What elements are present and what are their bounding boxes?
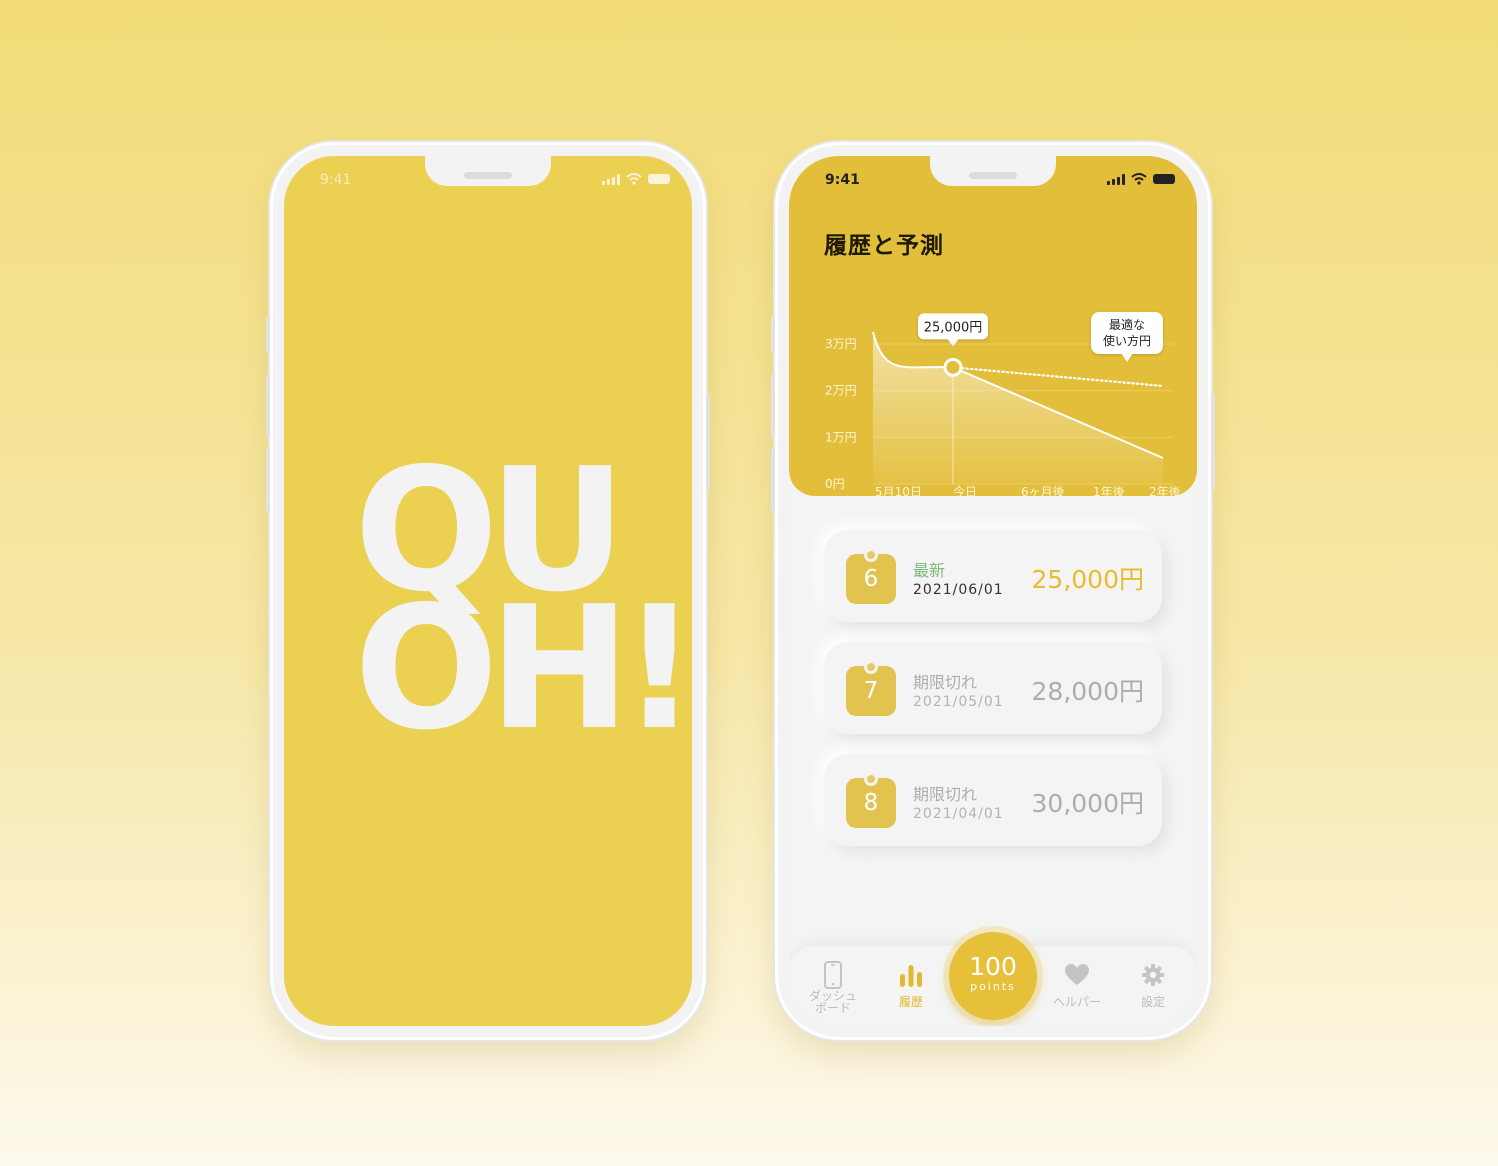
y-tick-label: 1万円 xyxy=(825,430,857,444)
points-button[interactable]: 100 points xyxy=(949,932,1037,1020)
card-amount: 28,000円 xyxy=(1031,677,1144,706)
history-card[interactable]: 7 期限切れ 2021/05/01 28,000円 xyxy=(824,642,1162,734)
volume-up-button xyxy=(771,374,775,438)
card-date: 2021/05/01 xyxy=(913,694,1004,710)
history-card[interactable]: 6 最新 2021/06/01 25,000円 xyxy=(824,530,1162,622)
history-area xyxy=(873,332,1163,484)
wifi-icon xyxy=(1131,173,1147,185)
card-status: 期限切れ xyxy=(913,785,978,804)
forecast-chart: 3万円 2万円 1万円 0円 5月10日 今日 6ヶ月後 1年後 2年後 25,000円 最適… xyxy=(825,312,1181,496)
y-axis-ticks: 3万円 2万円 1万円 0円 xyxy=(825,337,857,491)
power-button xyxy=(706,394,710,490)
history-screen: 9:41 履歴と予測 3万円 2万円 1万円 0円 5月10日 今日 6ヶ月後 … xyxy=(789,156,1197,1026)
card-status: 期限切れ xyxy=(913,673,978,692)
notch xyxy=(930,156,1056,186)
battery-icon xyxy=(648,174,670,184)
current-point[interactable] xyxy=(943,357,963,377)
y-tick-label: 3万円 xyxy=(825,337,857,351)
speaker xyxy=(464,172,512,179)
speaker xyxy=(969,172,1017,179)
wifi-icon xyxy=(626,173,642,185)
x-tick-label: 6ヶ月後 xyxy=(1021,485,1065,496)
mute-switch xyxy=(266,317,270,353)
tab-helper[interactable]: ヘルパー xyxy=(1039,960,1115,1008)
badge-ring xyxy=(864,660,878,674)
gear-icon xyxy=(1115,960,1191,990)
card-number-badge: 8 xyxy=(846,772,896,828)
x-tick-label: 1年後 xyxy=(1093,485,1125,496)
signal-icon xyxy=(602,173,620,185)
card-number: 7 xyxy=(863,678,879,704)
optimal-usage-callout: 最適な 使い方円 xyxy=(1091,312,1163,362)
card-number-badge: 7 xyxy=(846,660,896,716)
power-button xyxy=(1211,394,1215,490)
badge-ring xyxy=(864,548,878,562)
page-title: 履歴と予測 xyxy=(824,233,944,259)
splash-phone: 9:41 QU OH! xyxy=(266,142,710,1040)
card-number: 6 xyxy=(863,566,879,592)
bottom-tab-bar: ダッシュ ボード 履歴 100 points ヘルパー 設定 xyxy=(789,932,1197,1026)
notch xyxy=(425,156,551,186)
volume-down-button xyxy=(771,448,775,512)
signal-icon xyxy=(1107,173,1125,185)
battery-icon xyxy=(1153,174,1175,184)
bar-chart-icon xyxy=(873,960,949,990)
mute-switch xyxy=(771,317,775,353)
x-tick-label: 2年後 xyxy=(1149,485,1181,496)
card-amount: 25,000円 xyxy=(1031,565,1144,594)
tab-settings[interactable]: 設定 xyxy=(1115,960,1191,1008)
card-number-badge: 6 xyxy=(846,548,896,604)
x-axis-ticks: 5月10日 今日 6ヶ月後 1年後 2年後 xyxy=(875,484,1181,496)
card-number: 8 xyxy=(863,790,879,816)
card-date: 2021/06/01 xyxy=(913,582,1004,598)
card-amount: 30,000円 xyxy=(1031,789,1144,818)
x-tick-label: 今日 xyxy=(953,484,977,496)
optimal-label-line-2: 使い方円 xyxy=(1103,333,1151,348)
tab-history-label: 履歴 xyxy=(898,995,923,1009)
current-value-label: 25,000円 xyxy=(924,320,983,335)
tab-history[interactable]: 履歴 xyxy=(873,960,949,1008)
current-value-callout: 25,000円 xyxy=(918,313,988,347)
quoh-logo: QU OH! xyxy=(354,446,692,768)
points-value: 100 xyxy=(969,952,1017,981)
history-header-panel: 9:41 履歴と予測 3万円 2万円 1万円 0円 5月10日 今日 6ヶ月後 … xyxy=(789,156,1197,496)
tab-settings-label: 設定 xyxy=(1140,995,1165,1009)
logo-line-2: OH! xyxy=(354,570,692,768)
status-time: 9:41 xyxy=(320,172,352,188)
status-time: 9:41 xyxy=(825,172,860,188)
y-tick-label: 2万円 xyxy=(825,384,857,398)
card-date: 2021/04/01 xyxy=(913,806,1004,822)
tab-dashboard-label-2: ボード xyxy=(814,1001,851,1015)
history-phone: 9:41 履歴と予測 3万円 2万円 1万円 0円 5月10日 今日 6ヶ月後 … xyxy=(771,142,1215,1040)
heart-icon xyxy=(1039,960,1115,990)
status-icons xyxy=(602,173,670,185)
volume-down-button xyxy=(266,448,270,512)
volume-up-button xyxy=(266,374,270,438)
tab-helper-label: ヘルパー xyxy=(1052,995,1101,1009)
optimal-label-line-1: 最適な xyxy=(1109,317,1145,332)
splash-screen: 9:41 QU OH! xyxy=(284,156,692,1026)
tab-dashboard[interactable]: ダッシュ ボード xyxy=(795,960,871,1014)
badge-ring xyxy=(864,772,878,786)
points-label: points xyxy=(970,980,1016,993)
x-tick-label: 5月10日 xyxy=(875,485,922,496)
phone-icon xyxy=(795,960,871,990)
card-status: 最新 xyxy=(913,561,946,580)
history-card[interactable]: 8 期限切れ 2021/04/01 30,000円 xyxy=(824,754,1162,846)
y-tick-label: 0円 xyxy=(825,477,845,491)
status-icons xyxy=(1107,173,1175,185)
